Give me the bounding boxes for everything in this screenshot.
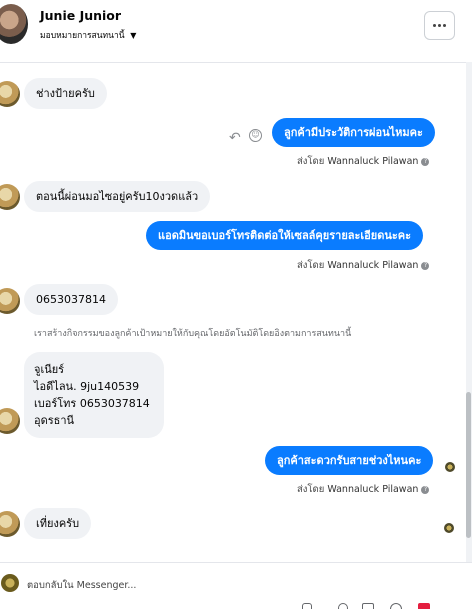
message-text: แอดมินขอเบอร์โทรติดต่อให้เซลล์คุยรายละเอ… <box>158 229 412 242</box>
outgoing-message[interactable]: ลูกค้าสะดวกรับสายช่วงไหนคะ <box>265 446 434 475</box>
composer: ตอบกลับใน Messenger... <box>0 562 472 609</box>
sent-by-label: ส่งโดย Wannaluck Pilawan? <box>297 154 430 169</box>
contact-avatar-small <box>0 408 20 434</box>
attachment-icon[interactable] <box>302 603 312 609</box>
contact-avatar-small <box>0 184 20 210</box>
reply-input[interactable]: ตอบกลับใน Messenger... <box>27 578 136 593</box>
message-text: ตอนนี้ผ่อนมอไซอยู่ครับ10งวดแล้ว <box>36 190 199 203</box>
info-icon[interactable]: ? <box>421 486 430 494</box>
message-text: ลูกค้ามีประวัติการผ่อนไหมคะ <box>284 126 423 139</box>
sent-by-label: ส่งโดย Wannaluck Pilawan? <box>297 482 430 497</box>
page-avatar <box>1 574 19 592</box>
send-icon[interactable] <box>418 603 430 609</box>
gif-icon[interactable] <box>362 603 374 609</box>
scrollbar-thumb[interactable] <box>466 392 471 538</box>
assign-conversation-dropdown[interactable]: มอบหมายการสนทนานี้ ▼ <box>40 28 136 42</box>
emoji-icon[interactable] <box>390 603 402 609</box>
message-line: อุดรธานี <box>34 414 75 427</box>
assign-label: มอบหมายการสนทนานี้ <box>40 31 125 41</box>
chat-header: Junie Junior มอบหมายการสนทนานี้ ▼ <box>0 0 472 63</box>
reaction-icon[interactable]: ☺ <box>249 129 262 142</box>
more-options-button[interactable] <box>424 11 455 40</box>
seen-avatar <box>445 462 455 472</box>
system-note: เราสร้างกิจกรรมของลูกค้าเป้าหมายให้กับคุ… <box>34 329 352 339</box>
contact-avatar[interactable] <box>0 4 28 44</box>
info-icon[interactable]: ? <box>421 262 430 270</box>
seen-avatar <box>444 523 454 533</box>
message-line: ไอดีไลน. 9ju140539 <box>34 380 140 393</box>
contact-avatar-small <box>0 81 20 107</box>
contact-avatar-small <box>0 288 20 314</box>
incoming-message[interactable]: จูเนียร์ ไอดีไลน. 9ju140539 เบอร์โทร 065… <box>24 352 164 438</box>
message-text: เที่ยงครับ <box>36 517 80 530</box>
photo-icon[interactable] <box>338 603 348 609</box>
reply-icon[interactable]: ↶ <box>229 130 241 146</box>
message-line: เบอร์โทร 0653037814 <box>34 397 150 410</box>
message-thread: ช่างป้ายครับ ↶ ☺ ลูกค้ามีประวัติการผ่อนไ… <box>0 62 466 562</box>
incoming-message[interactable]: 0653037814 <box>24 284 118 315</box>
incoming-message[interactable]: ตอนนี้ผ่อนมอไซอยู่ครับ10งวดแล้ว <box>24 181 211 212</box>
message-text: ช่างป้ายครับ <box>36 87 95 100</box>
outgoing-message[interactable]: ลูกค้ามีประวัติการผ่อนไหมคะ <box>272 118 435 147</box>
caret-down-icon: ▼ <box>130 31 137 40</box>
contact-avatar-small <box>0 511 20 537</box>
outgoing-message[interactable]: แอดมินขอเบอร์โทรติดต่อให้เซลล์คุยรายละเอ… <box>146 221 424 250</box>
info-icon[interactable]: ? <box>421 158 430 166</box>
incoming-message[interactable]: ช่างป้ายครับ <box>24 78 107 109</box>
sent-by-label: ส่งโดย Wannaluck Pilawan? <box>297 258 430 273</box>
message-text: 0653037814 <box>36 293 106 306</box>
message-line: จูเนียร์ <box>34 363 65 376</box>
message-text: ลูกค้าสะดวกรับสายช่วงไหนคะ <box>277 454 422 467</box>
incoming-message[interactable]: เที่ยงครับ <box>24 508 92 539</box>
contact-name[interactable]: Junie Junior <box>40 8 121 23</box>
